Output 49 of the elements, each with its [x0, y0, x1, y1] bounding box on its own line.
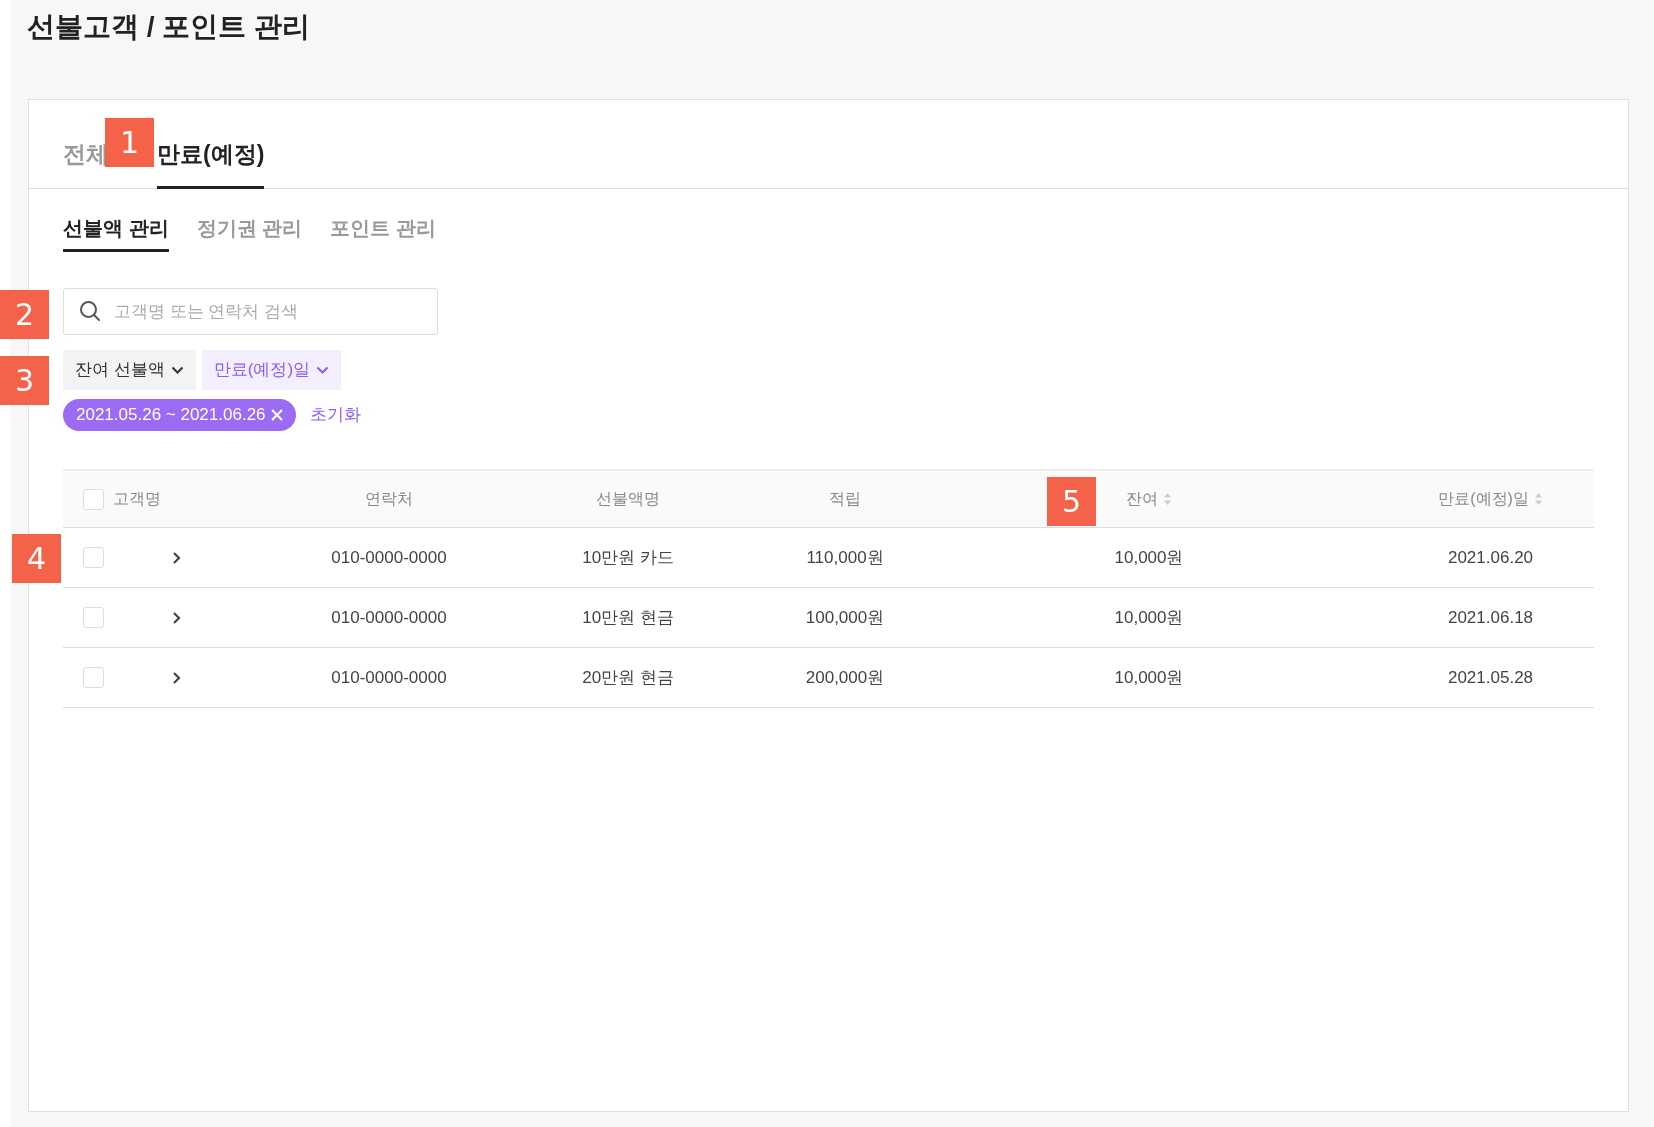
sub-tab[interactable]: 포인트 관리 — [330, 213, 436, 252]
search-field[interactable]: 고객명 또는 연락처 검색 — [63, 288, 438, 335]
column-header: 선불액명 — [596, 489, 660, 509]
reset-link[interactable]: 초기화 — [309, 402, 361, 428]
chevron-right-icon[interactable] — [172, 550, 181, 565]
table-cell-text: 2021.06.20 — [1447, 546, 1534, 569]
page-title: 선불고객 / 포인트 관리 — [27, 10, 311, 44]
table-cell-text: 110,000원 — [806, 546, 884, 569]
column-header: 적립 — [829, 489, 861, 509]
table-cell-text: 10,000원 — [1114, 606, 1184, 629]
chevron-right-icon[interactable] — [172, 610, 181, 625]
column-header: 만료(예정)일 — [1438, 489, 1529, 509]
callout-marker: 3 — [0, 356, 49, 405]
sort-icon[interactable] — [1163, 492, 1172, 506]
checkbox[interactable] — [83, 667, 104, 688]
table-cell-text: 100,000원 — [805, 606, 885, 629]
sort-icon[interactable] — [1533, 492, 1543, 506]
table-cell-text: 010-0000-0000 — [331, 546, 447, 569]
callout-marker: 4 — [12, 534, 61, 583]
table-cell-text: 10,000원 — [1114, 666, 1184, 689]
filter-chip[interactable]: 2021.05.26 ~ 2021.06.26 — [63, 399, 296, 431]
close-icon[interactable] — [269, 408, 284, 422]
table-cell-text: 10,000원 — [1114, 546, 1184, 569]
callout-marker: 5 — [1047, 477, 1096, 526]
checkbox[interactable] — [83, 547, 104, 568]
checkbox[interactable] — [83, 488, 104, 510]
chevron-down-icon — [316, 365, 330, 375]
table-cell-text: 2021.06.18 — [1447, 606, 1534, 629]
table-cell-text: 10만원 카드 — [582, 546, 674, 569]
table-cell-text: 2021.05.28 — [1447, 666, 1534, 689]
callout-marker: 2 — [0, 290, 49, 339]
table-cell-text: 010-0000-0000 — [331, 606, 447, 629]
tab[interactable]: 만료(예정) — [157, 100, 265, 189]
column-header: 잔여 — [1126, 489, 1158, 509]
table-cell-text: 010-0000-0000 — [331, 666, 447, 689]
filter-dropdown[interactable]: 만료(예정)일 — [201, 350, 342, 390]
sub-tab[interactable]: 정기권 관리 — [196, 213, 303, 252]
column-header: 연락처 — [365, 489, 413, 509]
search-icon — [79, 300, 101, 322]
filter-dropdown[interactable]: 잔여 선불액 — [63, 350, 196, 390]
chevron-right-icon[interactable] — [172, 670, 181, 685]
callout-marker: 1 — [105, 118, 154, 167]
table-cell-text: 10만원 현금 — [582, 606, 674, 629]
column-header: 고객명 — [113, 489, 161, 509]
checkbox[interactable] — [83, 607, 104, 628]
table-cell-text: 20만원 현금 — [582, 666, 674, 689]
table-cell-text: 200,000원 — [805, 666, 885, 689]
sub-tab[interactable]: 선불액 관리 — [63, 213, 169, 252]
chevron-down-icon — [170, 365, 184, 375]
